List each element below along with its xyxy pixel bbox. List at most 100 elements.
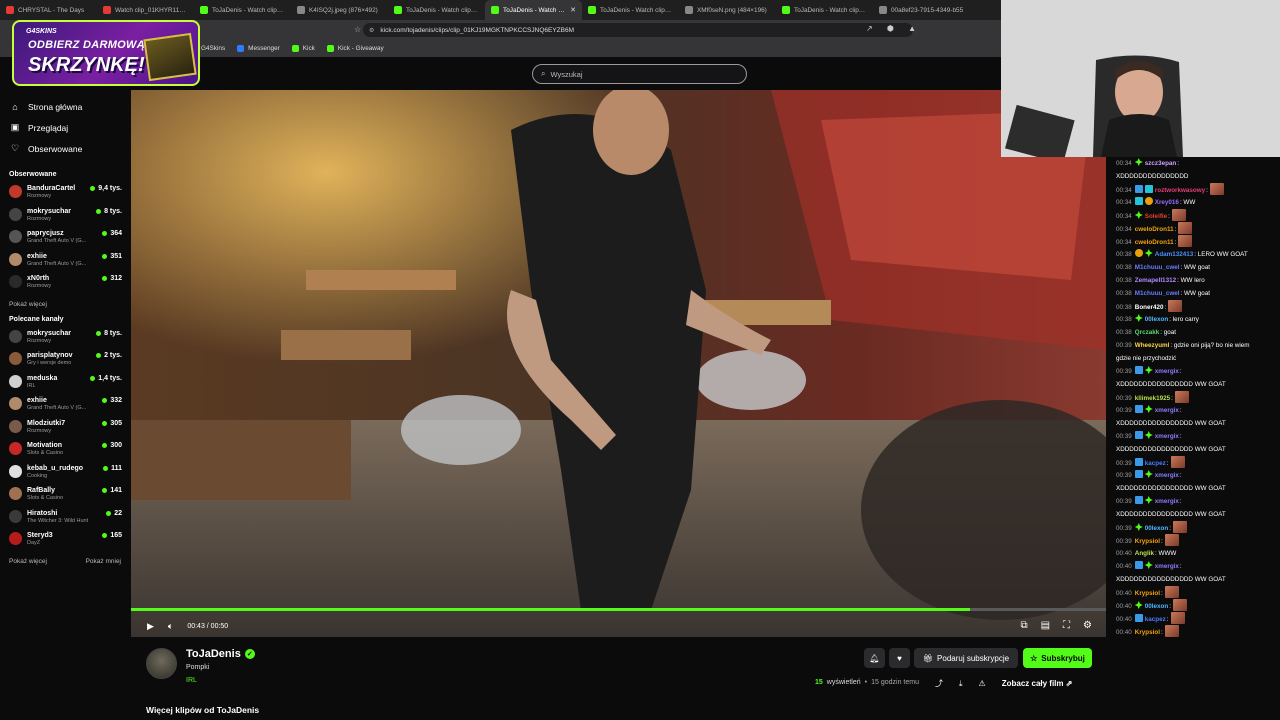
chat-username[interactable]: Boner420 [1135, 304, 1164, 311]
sidebar-channel[interactable]: parisplatynov Gry i wersje demo 2 tys. [0, 349, 130, 372]
recommended-show-less[interactable]: Pokaż mniej [86, 558, 121, 565]
viewer-count: 305 [102, 420, 122, 427]
chat-username[interactable]: xmergix [1155, 407, 1179, 414]
nav-home[interactable]: ⌂ Strona główna [0, 96, 130, 117]
tab-close-icon[interactable]: ✕ [570, 6, 576, 14]
browser-tab[interactable]: Watch clip_01KHYR11VE5 [97, 0, 194, 20]
channel-avatar[interactable] [146, 648, 177, 679]
chat-username[interactable]: kacpez [1145, 616, 1166, 623]
settings-icon[interactable]: ⚙ [1083, 620, 1092, 631]
chat-username[interactable]: 00lexon [1145, 316, 1168, 323]
nav-following[interactable]: ♡ Obserwowane [0, 138, 130, 159]
category-link[interactable]: IRL [186, 677, 197, 684]
pip-icon[interactable]: ⧉ [1020, 620, 1027, 631]
browser-tab[interactable]: 00a8ef23-7915-4349-b55 [873, 0, 970, 20]
seek-bar[interactable] [131, 608, 1106, 611]
channel-name[interactable]: ToJaDenis [186, 648, 241, 660]
sidebar-channel[interactable]: exhiie Grand Theft Auto V (G... 351 [0, 250, 130, 273]
sidebar-channel[interactable]: meduska IRL 1,4 tys. [0, 372, 130, 395]
browser-tab[interactable]: K4ISQ2j.jpeg (876×492) [291, 0, 388, 20]
browser-tab[interactable]: ToJaDenis - Watch clips or [776, 0, 873, 20]
sidebar-channel[interactable]: xN0rth Rozmowy 312 [0, 272, 130, 295]
browser-tab[interactable]: ToJaDenis - Watch clips or [194, 0, 291, 20]
sidebar-channel[interactable]: mokrysuchar Rozmowy 8 tys. [0, 205, 130, 228]
browser-tab[interactable]: ToJaDenis - Watch clips or [582, 0, 679, 20]
recommended-show-more[interactable]: Pokaż więcej [9, 558, 47, 565]
bookmark-star-icon[interactable]: ☆ [354, 25, 361, 34]
chat-username[interactable]: cweloDron11 [1135, 239, 1174, 246]
fullscreen-icon[interactable]: ⛶ [1063, 620, 1070, 631]
screen: CHRYSTAL - The Days Watch clip_01KHYR11VE… [0, 0, 1280, 720]
report-icon[interactable]: ⚠ [979, 679, 986, 688]
browser-tab[interactable]: ToJaDenis - Watch clip ✕ [485, 0, 582, 20]
bookmark-item[interactable]: Messenger [237, 45, 280, 52]
search-input[interactable]: ⌕ Wyszukaj [532, 64, 747, 84]
promo-banner[interactable]: G4SKINS ODBIERZ DARMOWĄ SKRZYNKĘ! [12, 20, 200, 86]
following-more[interactable]: Pokaż więcej [0, 298, 130, 312]
sidebar-channel[interactable]: Motivation Slots & Casino 300 [0, 439, 130, 462]
volume-icon[interactable]: 🔈︎ [168, 621, 173, 632]
theater-icon[interactable]: ▤ [1041, 620, 1050, 631]
chat-username[interactable]: xmergix [1155, 498, 1179, 505]
chat-username[interactable]: cweloDron11 [1135, 226, 1174, 233]
tab-title: ToJaDenis - Watch clips or [406, 6, 479, 14]
sidebar-channel[interactable]: exhiie Grand Theft Auto V (G... 332 [0, 394, 130, 417]
chat-username[interactable]: Adam132413 [1155, 251, 1194, 258]
chat-text: : [1169, 525, 1171, 532]
sidebar-channel[interactable]: mokrysuchar Rozmowy 8 tys. [0, 327, 130, 350]
chat-username[interactable]: kacpez [1145, 460, 1166, 467]
extensions-icons[interactable]: ↗ ⬢ ▲ [866, 24, 922, 33]
browser-tab[interactable]: CHRYSTAL - The Days [0, 0, 97, 20]
video-player[interactable]: ▶ 🔈︎ 00:43 / 00:50 ⧉ ▤ ⛶ ⚙ [131, 90, 1106, 637]
chat-username[interactable]: Krypsiol [1135, 629, 1160, 636]
bookmark-item[interactable]: Kick - Giveaway [326, 45, 384, 52]
chat-username[interactable]: 00lexon [1145, 603, 1168, 610]
sidebar-channel[interactable]: Mlodziutki7 Rozmowy 305 [0, 417, 130, 440]
chat-username[interactable]: xmergix [1155, 433, 1179, 440]
browser-tab[interactable]: XMf0seN.png (484×196) [679, 0, 776, 20]
download-icon[interactable]: ⤓ [959, 679, 963, 689]
channel-name-row[interactable]: ToJaDenis ✓ [186, 648, 255, 660]
play-icon[interactable]: ▶ [147, 621, 154, 632]
subscribe-button[interactable]: ☆ Subskrybuj [1023, 648, 1092, 668]
chat-username[interactable]: Xrey016 [1155, 199, 1179, 206]
sidebar-channel[interactable]: Steryd3 DayZ 165 [0, 529, 130, 552]
share-icon[interactable]: ⤴ [935, 678, 943, 689]
site-info-icon[interactable]: ⚙ [369, 27, 374, 34]
following-show-more[interactable]: Pokaż więcej [9, 301, 47, 308]
chat-username[interactable]: xmergix [1155, 472, 1179, 479]
chat-username[interactable]: roztworkwasowy [1155, 187, 1205, 194]
nav-browse[interactable]: ▣ Przeglądaj [0, 117, 130, 138]
chat-message: 00:38 00lexon: lero carry [1116, 313, 1280, 326]
sidebar-channel[interactable]: kebab_u_rudego Cooking 111 [0, 462, 130, 485]
notification-button[interactable]: 🔔︎ [864, 648, 885, 668]
sidebar-channel[interactable]: BanduraCartel Rozmowy 9,4 tys. [0, 182, 130, 205]
chat-badge-icon [1134, 614, 1143, 622]
chat-username[interactable]: xmergix [1155, 368, 1179, 375]
chat-username[interactable]: 00lexon [1145, 525, 1168, 532]
chat-username[interactable]: Qrczakk [1135, 329, 1160, 336]
chat-username[interactable]: Krypsiol [1135, 538, 1160, 545]
bookmark-item[interactable]: Kick [291, 45, 315, 52]
chat-username[interactable]: Soleifie [1145, 213, 1167, 220]
sidebar-channel[interactable]: Hiratoshi The Witcher 3: Wild Hunt 22 [0, 507, 130, 530]
browser-tab[interactable]: ToJaDenis - Watch clips or [388, 0, 485, 20]
viewer-count-text: 22 [114, 509, 122, 517]
chat-username[interactable]: kliimek1925 [1135, 395, 1170, 402]
follow-button[interactable]: ♥ [889, 648, 910, 668]
sidebar-channel[interactable]: paprycjusz Grand Theft Auto V (G... 364 [0, 227, 130, 250]
gift-subs-button[interactable]: 🎁︎ Podaruj subskrypcje [914, 648, 1018, 668]
url-field[interactable]: ⚙ kick.com/tojadenis/clips/clip_01KJ19MG… [363, 23, 913, 37]
chat-username[interactable]: Anglik [1135, 550, 1154, 557]
chat-username[interactable]: M1chuuu_cwel [1135, 264, 1180, 271]
chat-username[interactable]: Krypsiol [1135, 590, 1160, 597]
avatar [9, 275, 22, 288]
chat-username[interactable]: Zemapell1312 [1135, 277, 1176, 284]
viewer-count: 300 [102, 442, 122, 449]
chat-username[interactable]: M1chuuu_cwel [1135, 290, 1180, 297]
watch-full-vod-link[interactable]: Zobacz cały film ⇗ [1002, 679, 1073, 688]
chat-username[interactable]: xmergix [1155, 563, 1179, 570]
chat-username[interactable]: szcz3epan [1145, 160, 1177, 167]
chat-username[interactable]: Wheezyuml [1135, 342, 1170, 349]
sidebar-channel[interactable]: RafBally Slots & Casino 141 [0, 484, 130, 507]
